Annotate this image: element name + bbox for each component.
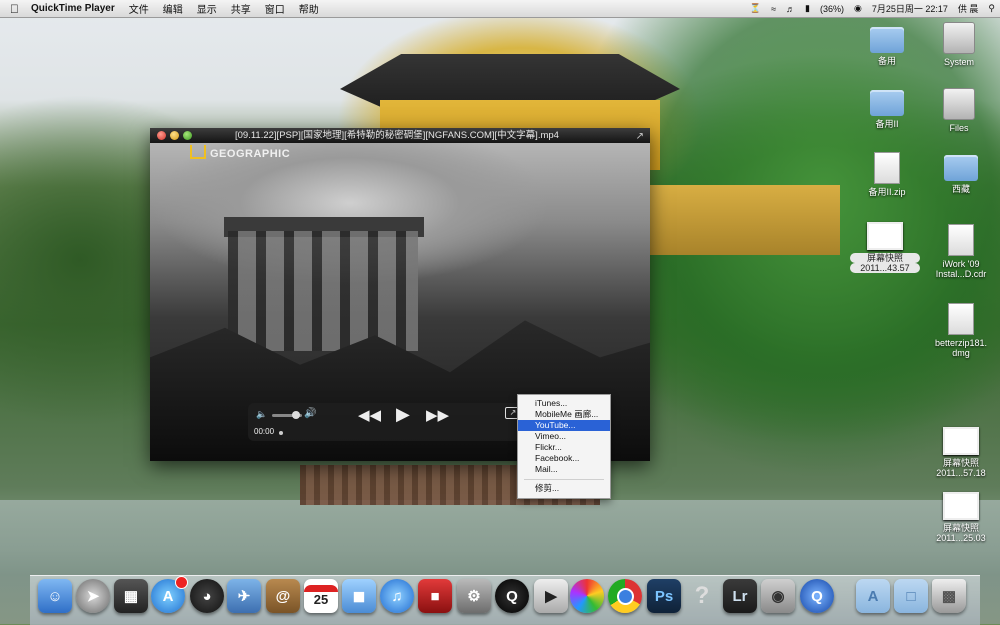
play-button[interactable]: ▶ xyxy=(396,404,410,425)
calendar-day: 25 xyxy=(313,592,329,607)
zip-archive-icon xyxy=(874,152,900,184)
trash-icon[interactable]: ▩ xyxy=(932,579,966,613)
wallpaper-temple-lower xyxy=(650,185,840,255)
desktop-drive-files[interactable]: Files xyxy=(924,88,994,133)
video-gate xyxy=(228,231,418,351)
desktop-screenshot-1[interactable]: 屏幕快照 2011...43.57 xyxy=(850,222,920,273)
desktop-screenshot-2[interactable]: 屏幕快照 2011...57.18 xyxy=(926,427,996,478)
fast-forward-button[interactable]: ▶▶ xyxy=(426,406,449,424)
share-youtube[interactable]: YouTube... xyxy=(518,420,610,431)
window-title: [09.11.22][PSP][国家地理][希特勒的秘密碉堡][NGFANS.C… xyxy=(235,130,559,141)
folder-icon xyxy=(870,90,904,116)
dashboard-icon[interactable]: ◕ xyxy=(190,579,224,613)
desktop-screenshot-3[interactable]: 屏幕快照 2011...25.03 xyxy=(926,492,996,543)
share-mail[interactable]: Mail... xyxy=(518,464,610,475)
menu-file[interactable]: 文件 xyxy=(122,1,156,16)
picasa-icon[interactable] xyxy=(570,579,604,613)
hard-drive-icon xyxy=(943,22,975,54)
ng-watermark-text: GEOGRAPHIC xyxy=(210,148,291,160)
unknown-app-icon[interactable]: ? xyxy=(685,579,719,613)
current-time: 00:00 xyxy=(254,427,275,436)
share-mobileme[interactable]: MobileMe 画廊... xyxy=(518,409,610,420)
launchpad-icon[interactable]: ➤ xyxy=(76,579,110,613)
dock: ☺ ➤ ▦ A ◕ ✈ @ 25 ◼ ♫ ■ ⚙ Q ▶ Ps ? Lr ◉ Q… xyxy=(30,575,980,625)
desktop-folder-beiyong-ii[interactable]: 备用II xyxy=(852,90,922,129)
volume-high-icon[interactable]: 🔊 xyxy=(304,408,316,419)
menu-window[interactable]: 窗口 xyxy=(258,1,292,16)
menu-bar:  QuickTime Player 文件 编辑 显示 共享 窗口 帮助 ⏳ ≈… xyxy=(0,0,1000,18)
scrubber-knob[interactable] xyxy=(279,431,283,435)
wifi-icon[interactable]: ≈ xyxy=(766,4,781,14)
desktop-drive-system[interactable]: System xyxy=(924,22,994,67)
volume-knob[interactable] xyxy=(292,411,300,419)
disk-image-icon xyxy=(948,303,974,335)
timemachine-icon[interactable]: ⏳ xyxy=(745,3,766,14)
playback-controls: 🔈 🔊 ◀◀ ▶ ▶▶ ↗ 00:00 xyxy=(248,403,550,441)
iphoto-icon[interactable]: ◼ xyxy=(342,579,376,613)
fullscreen-icon[interactable]: ↗ xyxy=(636,129,644,144)
zoom-button[interactable] xyxy=(183,131,192,140)
dvd-player-icon[interactable]: ▶ xyxy=(534,579,568,613)
volume-icon[interactable]: ♬ xyxy=(781,4,800,14)
disk-image-icon xyxy=(948,224,974,256)
photo-app-icon[interactable]: ■ xyxy=(418,579,452,613)
share-facebook[interactable]: Facebook... xyxy=(518,453,610,464)
desktop-zip-beiyong-ii[interactable]: 备用II.zip xyxy=(852,152,922,197)
rewind-button[interactable]: ◀◀ xyxy=(358,406,381,424)
share-itunes[interactable]: iTunes... xyxy=(518,398,610,409)
ng-yellow-border-icon xyxy=(190,145,206,159)
photoshop-icon[interactable]: Ps xyxy=(647,579,681,613)
screenshot-thumbnail-icon xyxy=(943,427,979,455)
screenshot-thumbnail-icon xyxy=(943,492,979,520)
input-source-icon[interactable]: ◉ xyxy=(849,3,867,14)
folder-icon xyxy=(944,155,978,181)
applications-folder-icon[interactable]: A xyxy=(856,579,890,613)
volume-low-icon[interactable]: 🔈 xyxy=(256,409,267,420)
share-flickr[interactable]: Flickr... xyxy=(518,442,610,453)
finder-icon[interactable]: ☺ xyxy=(38,579,72,613)
menu-edit[interactable]: 编辑 xyxy=(156,1,190,16)
app-store-icon[interactable]: A xyxy=(151,576,188,613)
window-titlebar[interactable]: [09.11.22][PSP][国家地理][希特勒的秘密碉堡][NGFANS.C… xyxy=(150,128,650,143)
documents-folder-icon[interactable]: □ xyxy=(894,579,928,613)
menu-share[interactable]: 共享 xyxy=(224,1,258,16)
menu-separator xyxy=(524,479,604,480)
battery-icon[interactable]: ▮ xyxy=(800,3,815,14)
battery-percent[interactable]: (36%) xyxy=(815,4,849,14)
desktop-betterzip-dmg[interactable]: betterzip181. dmg xyxy=(926,303,996,358)
screenshot-thumbnail-icon xyxy=(867,222,903,250)
share-trim[interactable]: 修剪... xyxy=(518,483,610,494)
share-menu: iTunes... MobileMe 画廊... YouTube... Vime… xyxy=(517,394,611,499)
menu-extras: ⏳ ≈ ♬ ▮ (36%) ◉ 7月25日周一 22:17 供 晨 ⚲ xyxy=(745,2,1000,15)
quicktime-icon[interactable]: Q xyxy=(800,579,834,613)
national-geographic-logo: GEOGRAPHIC xyxy=(190,145,290,160)
chrome-icon[interactable] xyxy=(608,579,642,613)
minimize-button[interactable] xyxy=(170,131,179,140)
itunes-icon[interactable]: ♫ xyxy=(380,579,414,613)
spotlight-icon[interactable]: ⚲ xyxy=(983,3,1000,14)
system-preferences-icon[interactable]: ⚙ xyxy=(457,579,491,613)
desktop-folder-beiyong[interactable]: 备用 xyxy=(852,27,922,66)
apple-menu-icon[interactable]:  xyxy=(0,2,25,16)
photo-booth-icon[interactable]: ▦ xyxy=(114,579,148,613)
hard-drive-icon xyxy=(943,88,975,120)
desktop-iwork-installer[interactable]: iWork '09 Instal...D.cdr xyxy=(926,224,996,279)
desktop-folder-xizang[interactable]: 西藏 xyxy=(926,155,996,194)
lightroom-icon[interactable]: Lr xyxy=(723,579,757,613)
close-button[interactable] xyxy=(157,131,166,140)
ical-icon[interactable]: 25 xyxy=(304,579,338,613)
preview-icon[interactable]: ✈ xyxy=(227,579,261,613)
folder-icon xyxy=(870,27,904,53)
menu-view[interactable]: 显示 xyxy=(190,1,224,16)
user-menu[interactable]: 供 晨 xyxy=(953,2,984,15)
app-menu[interactable]: QuickTime Player xyxy=(25,3,122,14)
notification-badge xyxy=(175,576,188,589)
facetime-icon[interactable]: ◉ xyxy=(761,579,795,613)
menu-help[interactable]: 帮助 xyxy=(292,1,326,16)
share-vimeo[interactable]: Vimeo... xyxy=(518,431,610,442)
clock[interactable]: 7月25日周一 22:17 xyxy=(867,2,953,15)
address-book-icon[interactable]: @ xyxy=(266,579,300,613)
qq-icon[interactable]: Q xyxy=(495,579,529,613)
